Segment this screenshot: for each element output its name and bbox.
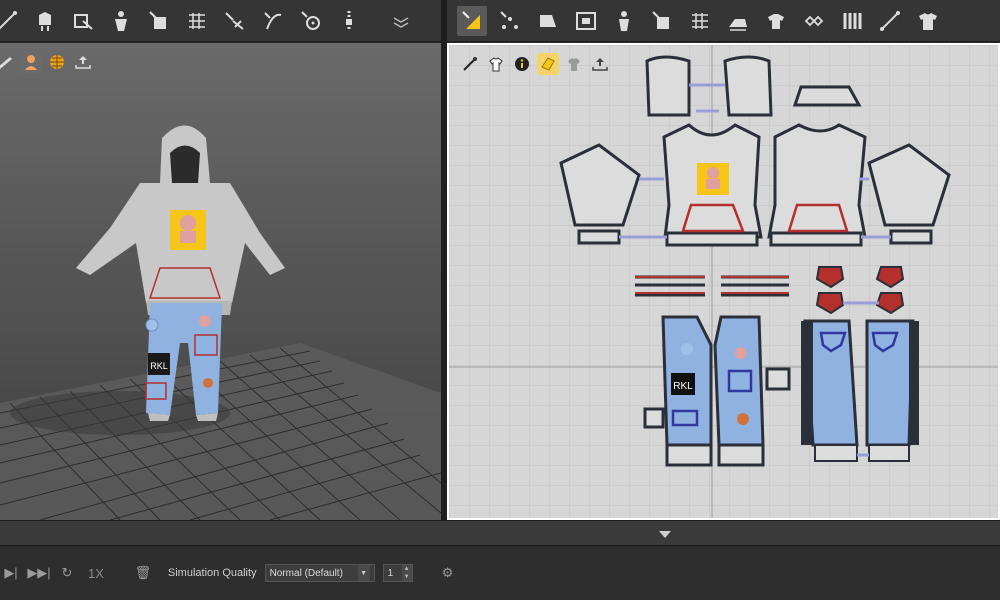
draw-line-icon[interactable] — [0, 6, 22, 36]
edit-points-icon[interactable] — [495, 6, 525, 36]
viewport-2d[interactable]: RKL — [447, 43, 1000, 520]
fast-forward-icon[interactable]: ▶▶| — [27, 562, 50, 584]
garment-display-icon[interactable] — [485, 53, 507, 75]
internal-polygon-icon[interactable] — [571, 6, 601, 36]
collapse-panel-icon[interactable] — [659, 531, 671, 538]
polygon-tool-icon[interactable] — [533, 6, 563, 36]
step-value: 1 — [387, 567, 394, 579]
texture-display-icon[interactable] — [537, 53, 559, 75]
tack-tool-icon[interactable] — [220, 6, 250, 36]
2d-mini-toolbar — [459, 53, 611, 75]
quality-value: Normal (Default) — [269, 567, 343, 579]
simulation-bar: ▶| ▶▶| ↻ 1X 🗑 Simulation Quality Normal … — [0, 546, 1000, 600]
avatar-arrange-icon[interactable] — [609, 6, 639, 36]
garment-select-icon[interactable] — [68, 6, 98, 36]
garment-fold-icon[interactable] — [761, 6, 791, 36]
patch-text-2d: RKL — [673, 381, 693, 392]
avatar-display-icon[interactable] — [20, 51, 42, 73]
pattern-canvas: RKL — [449, 45, 998, 518]
avatar-pose-icon[interactable] — [30, 6, 60, 36]
mesh-grid-icon[interactable] — [182, 6, 212, 36]
iron-tool-icon[interactable] — [723, 6, 753, 36]
simulation-settings-icon[interactable]: ⚙ — [437, 562, 459, 584]
patch-text-3d: RKL — [150, 361, 168, 371]
panel-separator — [0, 520, 1000, 546]
chevron-down-icon: ▼ — [357, 565, 370, 581]
simulation-quality-select[interactable]: Normal (Default) ▼ — [264, 564, 375, 582]
zipper-tool-icon[interactable] — [258, 6, 288, 36]
pin-tool-icon[interactable] — [647, 6, 677, 36]
simulation-step-stepper[interactable]: 1 ▲ ▼ — [382, 564, 413, 582]
fabric-display-icon[interactable] — [0, 51, 16, 73]
zipper-pull-icon[interactable] — [334, 6, 364, 36]
smocking-icon[interactable] — [799, 6, 829, 36]
trash-icon[interactable]: 🗑 — [132, 562, 154, 584]
right-toolbar — [447, 0, 1000, 42]
simulation-quality-label: Simulation Quality — [167, 567, 257, 579]
tshirt-icon[interactable] — [913, 6, 943, 36]
edit-pattern-icon[interactable] — [457, 5, 487, 36]
export-icon[interactable] — [72, 51, 94, 73]
left-toolbar — [0, 0, 441, 42]
pin-tool-icon[interactable] — [144, 6, 174, 36]
stepper-arrows-icon[interactable]: ▲ ▼ — [401, 565, 412, 581]
step-forward-icon[interactable]: ▶| — [0, 562, 22, 584]
3d-scene: RKL — [0, 125, 441, 520]
brush-tool-icon[interactable] — [459, 53, 481, 75]
reset-icon[interactable]: ↻ — [56, 562, 78, 584]
info-icon[interactable] — [511, 53, 533, 75]
pleat-tool-icon[interactable] — [837, 6, 867, 36]
export-icon[interactable] — [589, 53, 611, 75]
viewport-3d[interactable]: RKL — [0, 43, 441, 520]
speed-indicator[interactable]: 1X — [88, 566, 104, 581]
collapse-toolbar-icon[interactable] — [386, 6, 416, 36]
shirt-display-icon[interactable] — [563, 53, 585, 75]
button-tool-icon[interactable] — [296, 6, 326, 36]
mesh-grid-icon[interactable] — [685, 6, 715, 36]
texture-display-icon[interactable] — [46, 51, 68, 73]
avatar-arrange-icon[interactable] — [106, 6, 136, 36]
measure-line-icon[interactable] — [875, 6, 905, 36]
3d-mini-toolbar — [0, 51, 94, 73]
